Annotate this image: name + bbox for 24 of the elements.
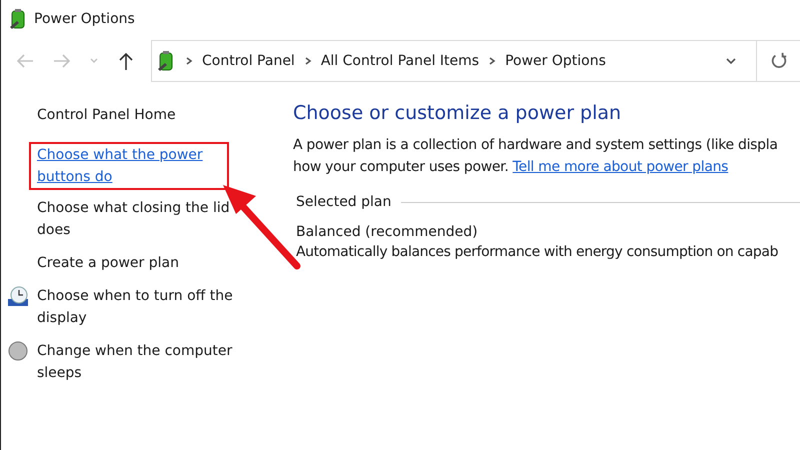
address-bar[interactable]: Control Panel All Control Panel Items Power Options bbox=[151, 40, 800, 82]
plan-description: Automatically balances performance with energy consumption on capab bbox=[295, 244, 780, 260]
intro-text: A power plan is a collection of hardware and system settings (like displa bbox=[293, 136, 779, 155]
help-link[interactable]: Tell me more about power plans bbox=[512, 159, 728, 175]
clock-icon bbox=[7, 285, 29, 307]
sidebar-link[interactable]: Choose what closing the lid does bbox=[37, 197, 233, 241]
chevron-right-icon bbox=[488, 56, 496, 66]
intro-text: how your computer uses power. bbox=[293, 159, 508, 175]
chevron-down-icon[interactable] bbox=[725, 56, 737, 66]
page-heading: Choose or customize a power plan bbox=[293, 102, 622, 124]
sidebar-link[interactable]: Change when the computer sleeps bbox=[37, 340, 233, 384]
breadcrumb[interactable]: Power Options bbox=[505, 53, 606, 69]
sidebar-link[interactable]: Choose what the power buttons do bbox=[37, 144, 213, 188]
sidebar-link[interactable]: Create a power plan bbox=[37, 252, 233, 274]
chevron-right-icon bbox=[185, 56, 193, 66]
sidebar-link[interactable]: Choose when to turn off the display bbox=[37, 285, 233, 329]
refresh-icon[interactable] bbox=[770, 52, 788, 70]
plan-name: Balanced (recommended) bbox=[295, 224, 479, 240]
chevron-right-icon bbox=[304, 56, 312, 66]
section-title: Selected plan bbox=[296, 194, 392, 210]
window-title: Power Options bbox=[34, 11, 135, 27]
breadcrumb[interactable]: All Control Panel Items bbox=[320, 53, 480, 69]
sidebar-link[interactable]: Control Panel Home bbox=[37, 104, 233, 126]
breadcrumb[interactable]: Control Panel bbox=[202, 53, 295, 69]
